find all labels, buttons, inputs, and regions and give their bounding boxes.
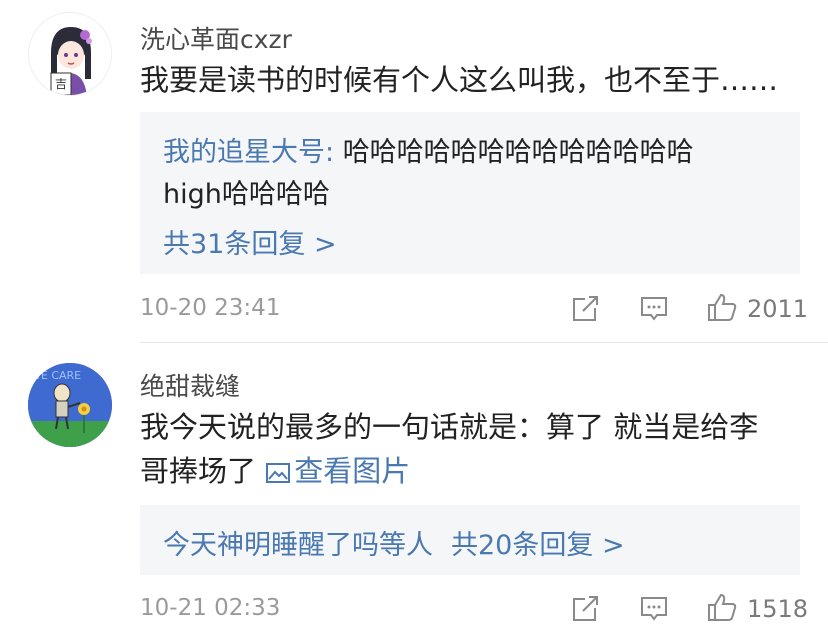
username[interactable]: 绝甜裁缝 xyxy=(140,367,240,403)
comment-text: 我要是读书的时候有个人这么叫我，也不至于…… xyxy=(140,63,779,97)
comment-icon[interactable] xyxy=(639,294,669,324)
view-replies-link[interactable]: 共31条回复 > xyxy=(163,222,337,261)
reply-preview[interactable]: 今天神明睡醒了吗等人 共20条回复 > xyxy=(140,505,800,575)
timestamp: 10-20 23:41 xyxy=(140,295,281,321)
reply-line-2: high哈哈哈哈 xyxy=(163,179,330,210)
avatar-caption: WE CARE xyxy=(30,369,82,382)
anime-girl-avatar-icon xyxy=(30,14,111,95)
image-icon xyxy=(266,463,291,483)
view-image-label: 查看图片 xyxy=(294,454,411,488)
view-image-link[interactable]: 查看图片 xyxy=(265,454,410,488)
reply-text: 哈哈哈哈哈哈哈哈哈哈哈哈哈 xyxy=(342,137,694,168)
username[interactable]: 洗心革面cxzr xyxy=(140,20,292,56)
timestamp: 10-21 02:33 xyxy=(140,595,281,621)
comment-item: WE CARE 绝甜裁缝 我今天说的最多的一句话就是：算了 就当是给李 哥捧场了… xyxy=(0,343,828,641)
reply-line: 今天神明睡醒了吗等人 共20条回复 > xyxy=(163,523,625,562)
like-count: 1518 xyxy=(747,595,809,623)
comment-text-line: 我今天说的最多的一句话就是：算了 就当是给李 xyxy=(140,410,759,444)
thumbs-up-icon[interactable] xyxy=(706,591,738,623)
avatar[interactable]: WE CARE xyxy=(28,363,112,447)
reply-preview[interactable]: 我的追星大号: 哈哈哈哈哈哈哈哈哈哈哈哈哈 high哈哈哈哈 共31条回复 > xyxy=(140,112,800,274)
avatar-sign-text: 吉 xyxy=(55,77,68,91)
reply-username[interactable]: 我的追星大号 xyxy=(163,137,325,168)
view-replies-link[interactable]: 共20条回复 > xyxy=(451,530,625,561)
reply-text[interactable]: 今天神明睡醒了吗等人 xyxy=(163,530,433,561)
reply-line: 我的追星大号: 哈哈哈哈哈哈哈哈哈哈哈哈哈 xyxy=(163,130,694,169)
comment-icon[interactable] xyxy=(639,594,669,624)
comment-text: 我今天说的最多的一句话就是：算了 就当是给李 哥捧场了 查看图片 xyxy=(140,405,810,493)
comment-item: 吉 洗心革面cxzr 我要是读书的时候有个人这么叫我，也不至于…… 我的追星大号… xyxy=(0,0,828,342)
like-count: 2011 xyxy=(747,295,809,323)
comment-text-line-2: 哥捧场了 xyxy=(140,454,266,488)
share-icon[interactable] xyxy=(571,593,601,623)
avatar[interactable]: 吉 xyxy=(28,12,112,96)
comment-text-line: 哥捧场了 查看图片 xyxy=(140,449,810,493)
reply-separator: : xyxy=(325,137,343,168)
thumbs-up-icon[interactable] xyxy=(706,291,738,323)
share-icon[interactable] xyxy=(571,293,601,323)
